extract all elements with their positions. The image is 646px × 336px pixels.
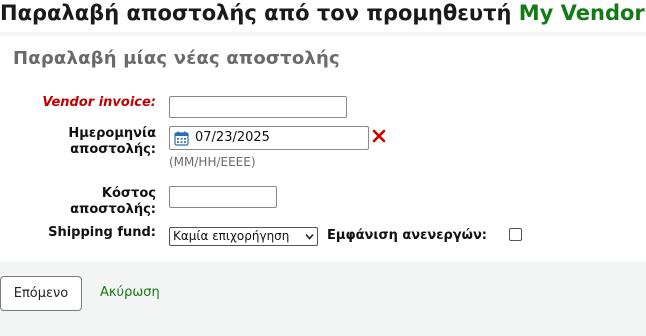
- page-title: Παραλαβή αποστολής από τον προμηθευτή My…: [0, 0, 645, 26]
- vendor-name-link[interactable]: My Vendor: [519, 1, 645, 25]
- chevron-down-icon: [305, 233, 314, 240]
- show-inactive-label: Εμφάνιση ανενεργών:: [327, 228, 487, 243]
- next-button[interactable]: Επόμενο: [0, 276, 82, 311]
- date-format-hint: (MM/HH/EEEE): [169, 155, 256, 169]
- shipping-fund-selected-value: Καμία επιχορήγηση: [173, 229, 290, 243]
- shipping-cost-label-line2: αποστολής:: [70, 202, 156, 217]
- shipment-date-value: 07/23/2025: [195, 130, 270, 145]
- shipment-date-label-line2: αποστολής:: [70, 142, 156, 157]
- shipping-fund-select[interactable]: Καμία επιχορήγηση: [169, 227, 318, 246]
- shipping-cost-label: Κόστος αποστολής:: [6, 186, 156, 218]
- shipping-cost-input[interactable]: [169, 186, 277, 208]
- vendor-invoice-input[interactable]: [169, 96, 347, 118]
- section-title: Παραλαβή μίας νέας αποστολής: [13, 48, 340, 69]
- page-heading: Παραλαβή αποστολής από τον προμηθευτή My…: [0, 0, 646, 32]
- shipment-date-label: Ημερομηνία αποστολής:: [6, 126, 156, 158]
- show-inactive-checkbox[interactable]: [509, 228, 522, 241]
- calendar-icon[interactable]: [174, 131, 189, 146]
- shipping-cost-label-line1: Κόστος: [101, 186, 156, 201]
- page-title-prefix: Παραλαβή αποστολής από τον προμηθευτή: [0, 1, 519, 25]
- shipment-date-input[interactable]: 07/23/2025: [169, 126, 369, 150]
- vendor-invoice-label: Vendor invoice:: [42, 95, 156, 110]
- shipping-fund-label: Shipping fund:: [48, 225, 156, 240]
- clear-date-icon[interactable]: [372, 129, 386, 143]
- cancel-link[interactable]: Ακύρωση: [100, 285, 160, 300]
- new-shipment-form: Παραλαβή μίας νέας αποστολής Vendor invo…: [0, 36, 646, 262]
- shipment-date-label-line1: Ημερομηνία: [68, 126, 156, 141]
